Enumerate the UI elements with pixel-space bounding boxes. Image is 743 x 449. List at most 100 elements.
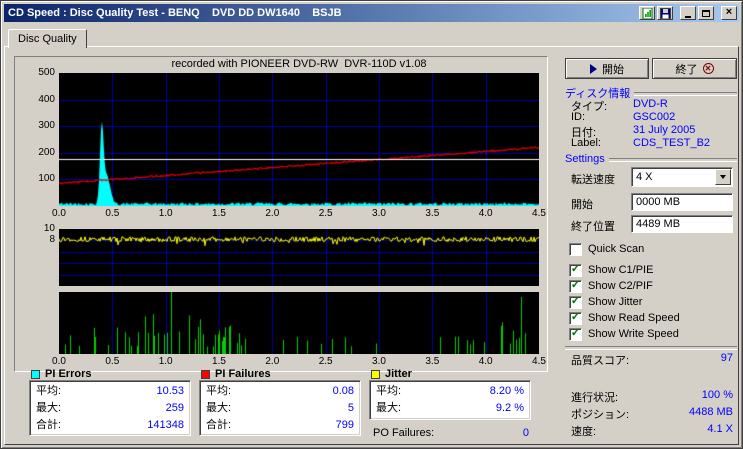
checkbox-box: ✓ [569, 263, 582, 277]
x-tick-label: 0.5 [105, 208, 120, 219]
stat-label: 最大: [36, 402, 62, 414]
quality-score-row: 品質スコア: 97 [571, 352, 733, 368]
maximize-icon [702, 9, 710, 17]
y-tick-label: 500 [38, 67, 55, 78]
chevron-down-icon [720, 175, 726, 179]
exit-icon: ✕ [702, 63, 714, 74]
stat-label: 平均: [206, 385, 232, 397]
checkbox-box: ✓ [569, 295, 582, 309]
x-tick-label: 1.0 [158, 208, 173, 219]
jitter-title: Jitter [385, 368, 412, 380]
pi-failures-title: PI Failures [215, 368, 271, 380]
jitter-legend: Jitter [371, 368, 412, 380]
pi-errors-legend: PI Errors [31, 368, 91, 380]
x-tick-label: 4.0 [478, 356, 493, 367]
checkbox-show-jitter[interactable]: ✓ Show Jitter [569, 295, 642, 309]
checkbox-show-read-speed[interactable]: ✓ Show Read Speed [569, 311, 680, 325]
report-icon-glyph [642, 7, 652, 19]
minimize-button[interactable] [680, 6, 696, 20]
y-tick-label: 200 [38, 146, 55, 158]
stat-label: 平均: [376, 385, 402, 397]
start-position-field[interactable]: 0000 MB [631, 193, 733, 211]
info-value: CDS_TEST_B2 [633, 137, 711, 149]
end-position-field[interactable]: 4489 MB [631, 215, 733, 233]
stat-value: 8.20 % [489, 385, 524, 397]
start-icon [590, 63, 597, 74]
checkbox-show-write-speed[interactable]: ✓ Show Write Speed [569, 327, 679, 341]
x-tick-label: 0.0 [52, 356, 66, 367]
titlebar[interactable]: CD Speed : Disc Quality Test - BENQ DVD … [4, 4, 739, 22]
checkbox-label: Show C2/PIF [588, 280, 653, 292]
checkbox-box: ✓ [569, 327, 582, 341]
end-position-label: 終了位置 [571, 221, 615, 233]
check-icon: ✓ [570, 279, 581, 291]
jitter-statbox: 平均: 8.20 % 最大: 9.2 % [369, 380, 531, 420]
y-tick-label: 100 [38, 173, 55, 185]
x-tick-label: 2.5 [318, 208, 333, 219]
y-tick-label: 400 [38, 93, 55, 105]
divider [565, 346, 737, 350]
checkbox-label: Quick Scan [588, 243, 645, 255]
start-button[interactable]: 開始 [565, 58, 649, 79]
checkbox-box: ✓ [569, 279, 582, 293]
speed-value: 4.1 X [707, 423, 733, 435]
stat-value: 141348 [147, 419, 184, 431]
jitter-swatch [371, 369, 380, 379]
stat-label: 合計: [36, 419, 62, 431]
position-label: ポジション: [571, 409, 630, 421]
stat-label: 平均: [36, 385, 62, 397]
pi-errors-y-axis: 500 400 300 200 100 [15, 67, 57, 206]
app-window: CD Speed : Disc Quality Test - BENQ DVD … [0, 0, 743, 449]
close-button[interactable]: × [721, 6, 737, 20]
stat-label: 最大: [376, 402, 402, 414]
pi-errors-statbox: 平均: 10.53 最大: 259 合計: 141348 [29, 380, 191, 436]
pi-failures-chart [59, 292, 539, 354]
maximize-button[interactable] [698, 6, 714, 20]
tab-disc-quality[interactable]: Disc Quality [8, 29, 87, 48]
x-tick-label: 1.5 [212, 208, 226, 219]
start-button-label: 開始 [602, 63, 624, 76]
settings-header: Settings [565, 153, 737, 165]
stat-label: 合計: [206, 419, 232, 431]
stat-value: 9.2 % [495, 402, 524, 414]
checkbox-quick-scan[interactable]: ✓ Quick Scan [569, 242, 644, 256]
speed-select[interactable]: 4 X [631, 167, 733, 187]
window-title: CD Speed : Disc Quality Test - BENQ DVD … [8, 7, 342, 19]
speed-select-value: 4 X [636, 171, 653, 183]
dropdown-button[interactable] [715, 169, 731, 185]
po-failures-label: PO Failures: [373, 427, 435, 439]
x-tick-label: 0.5 [105, 356, 120, 367]
settings-header-label: Settings [565, 153, 605, 165]
check-icon: ✓ [570, 311, 581, 323]
start-position-label: 開始 [571, 199, 593, 211]
quality-score-label: 品質スコア: [571, 355, 630, 367]
stat-value: 0.08 [332, 385, 354, 397]
x-tick-label: 4.0 [478, 208, 493, 219]
report-icon[interactable] [639, 6, 655, 20]
stat-value: 5 [347, 402, 354, 414]
exit-button-label: 終了 [675, 63, 698, 76]
exit-button[interactable]: 終了 ✕ [652, 58, 737, 79]
x-tick-label: 3.0 [372, 208, 386, 219]
progress-row: 進行状況: 100 % [571, 389, 733, 405]
pi-failures-statbox: 平均: 0.08 最大: 5 合計: 799 [199, 380, 361, 436]
pi-failures-x-axis: 0.0 0.5 1.0 1.5 2.0 2.5 3.0 3.5 4.0 4.5 [52, 356, 546, 368]
minimize-icon [685, 15, 691, 18]
po-failures-value: 0 [522, 427, 529, 439]
chart-frame: recorded with PIONEER DVD-RW DVR-110D v1… [14, 56, 548, 372]
x-tick-label: 0.0 [52, 208, 66, 219]
stat-label: 最大: [206, 402, 232, 414]
info-value: GSC002 [633, 111, 676, 123]
close-icon: × [725, 6, 733, 18]
x-tick-label: 4.5 [532, 356, 546, 367]
jitter-y-axis: 10 8 [15, 223, 57, 286]
info-label: Label: [571, 137, 601, 149]
save-icon[interactable] [657, 6, 673, 20]
checkbox-show-c2-pif[interactable]: ✓ Show C2/PIF [569, 279, 653, 293]
save-icon-glyph [659, 7, 671, 19]
checkbox-show-c1-pie[interactable]: ✓ Show C1/PIE [569, 263, 653, 277]
pi-failures-legend: PI Failures [201, 368, 271, 380]
stat-value: 799 [335, 419, 354, 431]
header-rule [634, 92, 737, 96]
pi-errors-title: PI Errors [45, 368, 92, 380]
